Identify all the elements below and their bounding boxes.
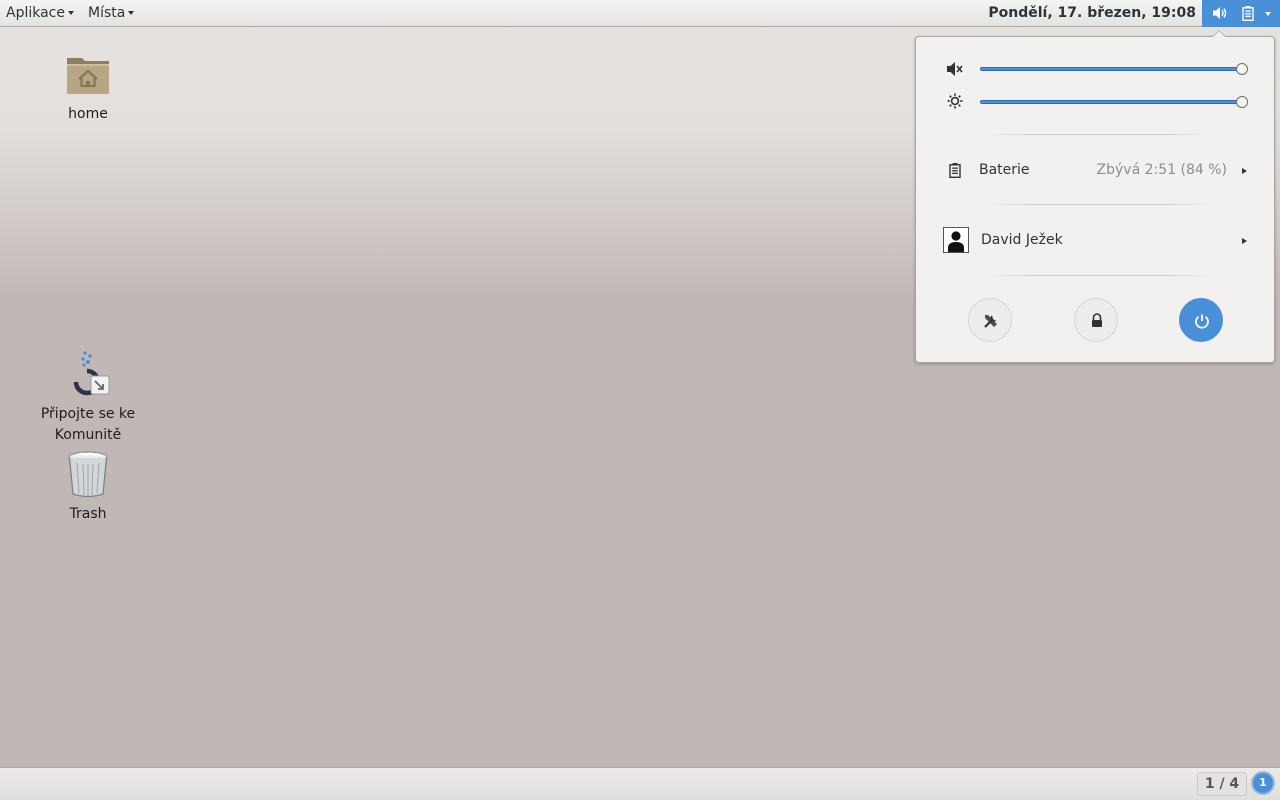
chevron-right-icon bbox=[1242, 168, 1247, 174]
clock[interactable]: Pondělí, 17. březen, 19:08 bbox=[988, 0, 1196, 27]
places-menu[interactable]: Místa bbox=[88, 0, 135, 27]
volume-slider[interactable] bbox=[980, 67, 1242, 71]
desktop-icon-label: Připojte se ke Komunitě bbox=[40, 406, 136, 443]
separator bbox=[986, 134, 1212, 135]
home-folder-icon bbox=[28, 50, 148, 98]
bottom-bar: 1 / 4 bbox=[0, 767, 1280, 800]
avatar-icon bbox=[943, 227, 969, 253]
chevron-down-icon bbox=[68, 11, 74, 15]
brightness-slider-handle[interactable] bbox=[1236, 96, 1248, 108]
battery-icon bbox=[1242, 6, 1254, 25]
volume-row bbox=[916, 59, 1274, 79]
speaker-icon bbox=[1212, 6, 1228, 24]
settings-button[interactable] bbox=[968, 298, 1012, 342]
user-menu-item[interactable]: David Ježek bbox=[916, 226, 1274, 256]
brightness-slider[interactable] bbox=[980, 100, 1242, 104]
volume-slider-fill bbox=[981, 68, 1241, 70]
system-status-area[interactable] bbox=[1202, 0, 1280, 27]
chevron-right-icon bbox=[1242, 238, 1247, 244]
brightness-slider-fill bbox=[981, 101, 1241, 103]
workspace-indicator[interactable]: 1 / 4 bbox=[1197, 772, 1247, 796]
places-menu-label: Místa bbox=[88, 5, 126, 21]
system-menu-popover: Baterie Zbývá 2:51 (84 %) David Ježek bbox=[915, 30, 1275, 363]
applications-menu-label: Aplikace bbox=[6, 5, 65, 21]
desktop-icon-community[interactable]: Připojte se ke Komunitě bbox=[28, 350, 148, 446]
applications-menu[interactable]: Aplikace bbox=[6, 0, 74, 27]
separator bbox=[986, 204, 1212, 205]
volume-slider-handle[interactable] bbox=[1236, 63, 1248, 75]
trash-icon bbox=[28, 450, 148, 498]
user-name: David Ježek bbox=[981, 232, 1063, 248]
separator bbox=[986, 275, 1212, 276]
desktop-icon-label: Trash bbox=[69, 506, 107, 522]
battery-label: Baterie bbox=[979, 162, 1030, 178]
top-bar: Aplikace Místa Pondělí, 17. březen, 19:0… bbox=[0, 0, 1280, 27]
chevron-down-icon bbox=[1265, 12, 1271, 16]
battery-icon bbox=[949, 163, 961, 182]
battery-status: Zbývá 2:51 (84 %) bbox=[1096, 162, 1227, 178]
desktop-icon-trash[interactable]: Trash bbox=[28, 450, 148, 525]
power-button[interactable] bbox=[1179, 298, 1223, 342]
community-link-icon bbox=[28, 350, 148, 398]
chevron-down-icon bbox=[128, 11, 135, 15]
speaker-muted-icon bbox=[946, 61, 964, 81]
battery-menu-item[interactable]: Baterie Zbývá 2:51 (84 %) bbox=[916, 156, 1274, 186]
notification-badge[interactable]: 1 bbox=[1253, 773, 1273, 793]
brightness-row bbox=[916, 92, 1274, 112]
desktop-icon-label: home bbox=[68, 106, 108, 122]
desktop-icon-home[interactable]: home bbox=[28, 50, 148, 125]
lock-button[interactable] bbox=[1074, 298, 1118, 342]
brightness-icon bbox=[947, 93, 963, 113]
